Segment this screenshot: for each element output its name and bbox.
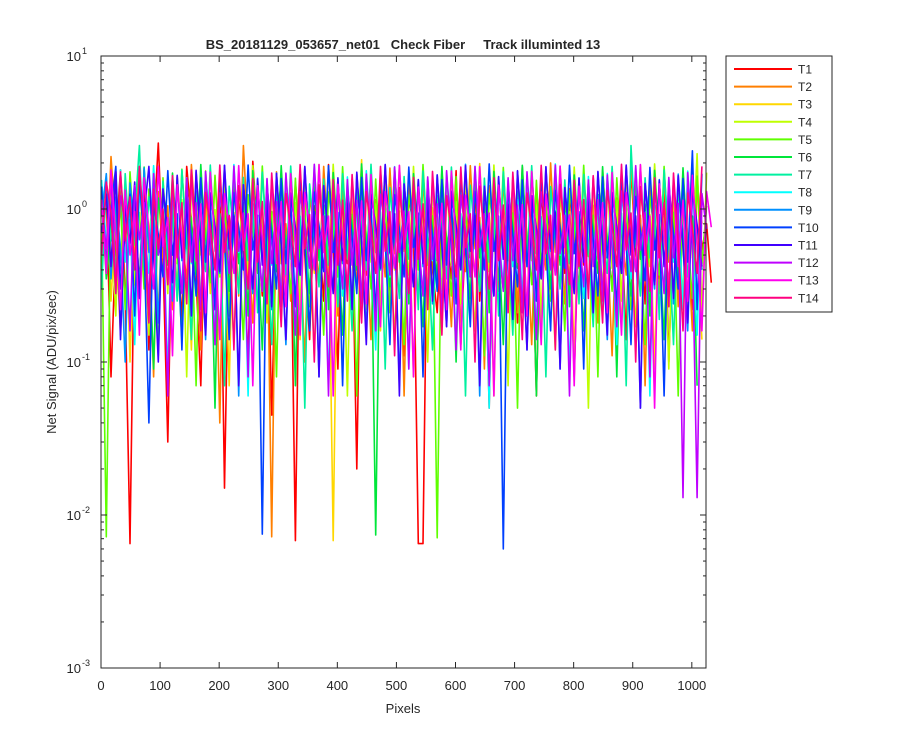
legend-label-t6: T6 bbox=[798, 151, 812, 165]
x-tick-label: 400 bbox=[326, 678, 348, 693]
x-tick-label: 500 bbox=[386, 678, 408, 693]
y-tick-base: 10 bbox=[67, 508, 81, 523]
y-tick-base: 10 bbox=[67, 355, 81, 370]
y-tick-label: 10 bbox=[67, 355, 81, 370]
x-tick-label: 0 bbox=[97, 678, 104, 693]
legend-label-t10: T10 bbox=[798, 221, 819, 235]
legend-label-t8: T8 bbox=[798, 186, 812, 200]
legend-label-t1: T1 bbox=[798, 63, 812, 77]
y-tick-base: 10 bbox=[67, 49, 81, 64]
x-tick-label: 800 bbox=[563, 678, 585, 693]
y-tick-label: 10 bbox=[67, 49, 81, 64]
y-tick-label: 10 bbox=[67, 508, 81, 523]
x-tick-label: 100 bbox=[149, 678, 171, 693]
legend-label-t3: T3 bbox=[798, 98, 812, 112]
y-tick-label: 10 bbox=[67, 661, 81, 676]
y-tick-exponent: -2 bbox=[82, 505, 90, 515]
x-axis-label: Pixels bbox=[386, 701, 421, 716]
y-tick-exponent: 1 bbox=[82, 46, 87, 56]
chart-title: BS_20181129_053657_net01 Check Fiber Tra… bbox=[206, 37, 601, 52]
y-tick-exponent: -3 bbox=[82, 658, 90, 668]
x-tick-label: 900 bbox=[622, 678, 644, 693]
x-tick-label: 600 bbox=[445, 678, 467, 693]
legend-label-t5: T5 bbox=[798, 133, 812, 147]
legend-label-t12: T12 bbox=[798, 256, 819, 270]
legend-label-t7: T7 bbox=[798, 168, 812, 182]
legend: T1 T2 T3 T4 T5 T6 T7 T8 T9 T10 T11 T12 T13 T14 bbox=[725, 55, 833, 313]
x-tick-label: 700 bbox=[504, 678, 526, 693]
x-tick-label: 200 bbox=[208, 678, 230, 693]
x-tick-label: 1000 bbox=[677, 678, 706, 693]
y-axis-label: Net Signal (ADU/pix/sec) bbox=[44, 290, 59, 434]
legend-label-t14: T14 bbox=[798, 291, 819, 305]
legend-label-t9: T9 bbox=[798, 203, 812, 217]
plot-area: 0 100 200 300 400 500 600 700 800 900 1000 10 -310-… bbox=[67, 46, 713, 693]
chart-figure: 0 100 200 300 400 500 600 700 800 900 1000 10 -310-… bbox=[0, 0, 900, 750]
y-tick-label: 10 bbox=[67, 202, 81, 217]
legend-label-t2: T2 bbox=[798, 80, 812, 94]
legend-label-t11: T11 bbox=[798, 239, 818, 253]
y-tick-exponent: -1 bbox=[82, 352, 90, 362]
legend-label-t4: T4 bbox=[798, 115, 812, 129]
x-tick-label: 300 bbox=[267, 678, 289, 693]
y-tick-base: 10 bbox=[67, 202, 81, 217]
y-tick-exponent: 0 bbox=[82, 199, 87, 209]
y-tick-base: 10 bbox=[67, 661, 81, 676]
legend-label-t13: T13 bbox=[798, 274, 819, 288]
